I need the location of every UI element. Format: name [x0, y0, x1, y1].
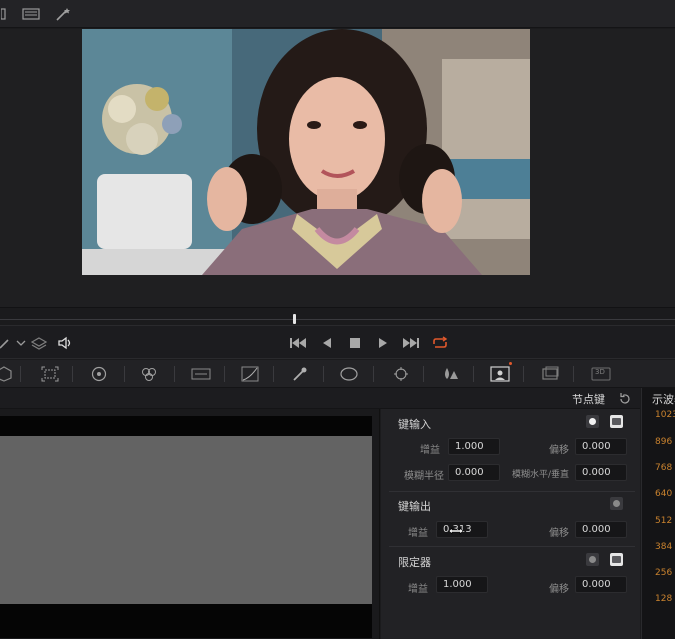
viewer-toolbar: [0, 0, 675, 28]
section-divider: [389, 491, 635, 492]
scope-scale-label: 256: [655, 568, 673, 578]
key-input-mask-toggle[interactable]: [610, 415, 623, 428]
palette-separator: [273, 366, 274, 382]
node-key-title: 节点键: [572, 393, 605, 406]
key-input-offset-field[interactable]: 0.000: [575, 438, 627, 455]
tracker-target-icon[interactable]: [391, 365, 411, 383]
transport-bar: [0, 325, 675, 359]
video-frame-image: [82, 29, 530, 275]
palette-separator: [473, 366, 474, 382]
waveform-scope: 示波器 1023 896 768 640 512 384 256 128: [641, 388, 675, 639]
timeline-scrubber[interactable]: [0, 307, 675, 324]
key-output-offset-field[interactable]: 0.000: [575, 521, 627, 538]
sizing-icon[interactable]: [540, 365, 560, 383]
qualifier-offset-label: 偏移: [549, 584, 569, 595]
play-icon[interactable]: [374, 335, 392, 351]
magic-wand-icon[interactable]: [54, 5, 72, 23]
key-preview-matte: [0, 436, 372, 604]
viewer-mode-icon[interactable]: [0, 5, 8, 23]
active-indicator-dot: [509, 362, 512, 365]
scope-scale-label: 512: [655, 516, 673, 526]
playhead[interactable]: [293, 314, 296, 324]
qualifier-gain-field[interactable]: 1.000: [436, 576, 488, 593]
palette-separator: [124, 366, 125, 382]
palette-separator: [224, 366, 225, 382]
scope-scale-label: 128: [655, 594, 673, 604]
tracker-icon[interactable]: [40, 365, 60, 383]
qualifier-offset-field[interactable]: 0.000: [575, 576, 627, 593]
key-input-blur-radius-label: 模糊半径: [404, 471, 444, 482]
palette-separator: [523, 366, 524, 382]
play-reverse-icon[interactable]: [318, 335, 336, 351]
stop-icon[interactable]: [346, 335, 364, 351]
key-input-blur-radius-field[interactable]: 0.000: [448, 464, 500, 481]
key-preview-panel: [0, 409, 380, 639]
blur-icon[interactable]: [440, 365, 460, 383]
viewer[interactable]: [0, 29, 675, 307]
key-input-toggle[interactable]: [586, 415, 599, 428]
qualifier-toggle[interactable]: [586, 553, 599, 566]
palette-separator: [323, 366, 324, 382]
palette-separator: [72, 366, 73, 382]
palette-separator: [20, 366, 21, 382]
key-input-blur-hv-field[interactable]: 0.000: [575, 464, 627, 481]
3d-icon[interactable]: 3D: [590, 365, 612, 383]
palette-toolbar: 3D: [0, 360, 675, 388]
resize-cursor-icon: [448, 527, 464, 535]
key-output-gain-label: 增益: [408, 528, 428, 539]
layers-icon[interactable]: [30, 335, 48, 351]
palette-separator: [573, 366, 574, 382]
qualifier-gain-label: 增益: [408, 584, 428, 595]
palette-separator: [174, 366, 175, 382]
key-output-offset-label: 偏移: [549, 528, 569, 539]
panel-header: 节点键: [0, 388, 640, 409]
qualifier-mask-toggle[interactable]: [610, 553, 623, 566]
palette-separator: [373, 366, 374, 382]
key-input-blur-hv-label: 模糊水平/垂直: [511, 470, 569, 480]
scope-scale-label: 1023: [655, 410, 675, 420]
palette-separator: [423, 366, 424, 382]
skip-to-start-icon[interactable]: [289, 335, 307, 351]
motion-effects-icon[interactable]: [191, 365, 211, 383]
qualifier-eyedropper-icon[interactable]: [290, 365, 310, 383]
3d-label: 3D: [595, 368, 605, 376]
reset-icon[interactable]: [618, 391, 632, 405]
scrubber-track[interactable]: [0, 319, 675, 320]
color-page: 3D 节点键 键输入 增益 1.000 偏移 0.000 模糊半径 0.000 …: [0, 0, 675, 639]
speaker-icon[interactable]: [57, 335, 75, 351]
power-window-icon[interactable]: [339, 365, 359, 383]
rgb-mixer-icon[interactable]: [139, 365, 159, 383]
key-input-offset-label: 偏移: [549, 445, 569, 456]
scope-scale-label: 384: [655, 542, 673, 552]
color-wheel-icon[interactable]: [89, 365, 109, 383]
key-output-toggle[interactable]: [610, 497, 623, 510]
key-input-gain-field[interactable]: 1.000: [448, 438, 500, 455]
chevron-down-icon[interactable]: [12, 335, 30, 351]
scope-scale-label: 640: [655, 489, 673, 499]
video-frame[interactable]: [82, 29, 530, 275]
scope-scale-label: 896: [655, 437, 673, 447]
split-screen-icon[interactable]: [22, 5, 40, 23]
key-icon[interactable]: [490, 365, 510, 383]
cube-icon[interactable]: [0, 365, 14, 383]
loop-icon[interactable]: [431, 335, 449, 351]
qualifier-title: 限定器: [398, 556, 431, 569]
curves-icon[interactable]: [240, 365, 260, 383]
scope-scale-label: 768: [655, 463, 673, 473]
skip-to-end-icon[interactable]: [402, 335, 420, 351]
key-input-title: 键输入: [398, 418, 431, 431]
section-divider: [389, 546, 635, 547]
key-input-gain-label: 增益: [420, 445, 440, 456]
node-key-panel: 键输入 增益 1.000 偏移 0.000 模糊半径 0.000 模糊水平/垂直…: [381, 409, 640, 639]
key-output-title: 键输出: [398, 500, 431, 513]
scope-title: 示波器: [652, 393, 675, 406]
